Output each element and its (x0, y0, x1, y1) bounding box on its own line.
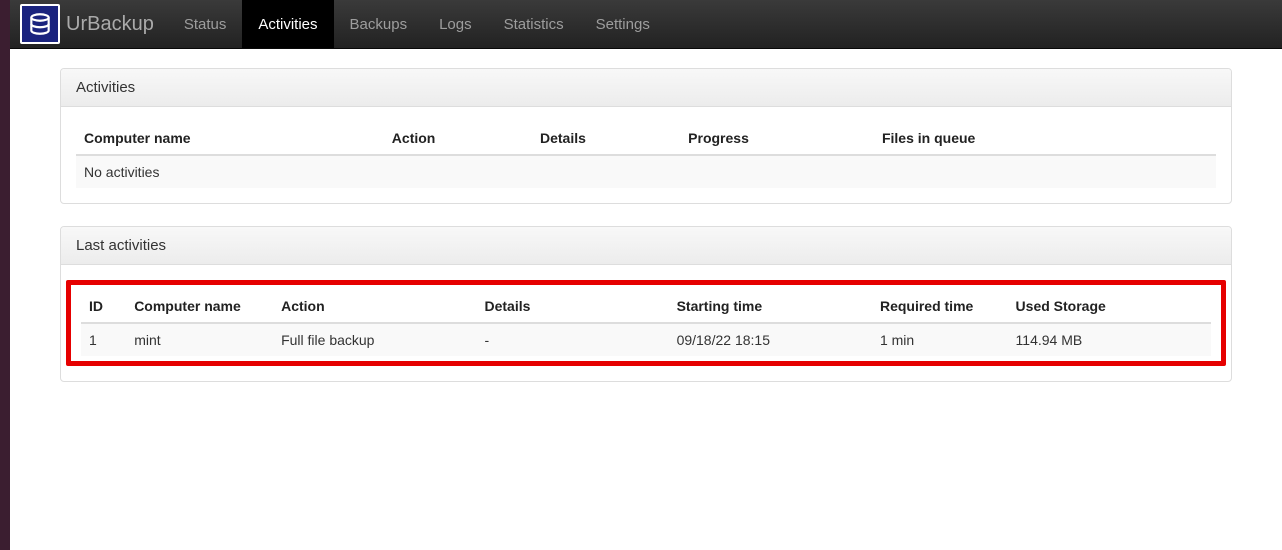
top-navbar: UrBackup Status Activities Backups Logs … (10, 0, 1282, 49)
cell-action: Full file backup (273, 323, 476, 356)
activities-panel-title: Activities (76, 79, 135, 96)
nav-item-backups[interactable]: Backups (334, 0, 424, 48)
nav-item-label: Activities (258, 16, 317, 33)
activities-empty-row: No activities (76, 155, 1216, 188)
col-computer-name: Computer name (76, 122, 384, 155)
col-details: Details (532, 122, 680, 155)
desktop-left-strip (0, 0, 10, 550)
nav-list: Status Activities Backups Logs Statistic… (168, 0, 666, 48)
col-computer-name: Computer name (126, 290, 273, 323)
cell-starting-time: 09/18/22 18:15 (669, 323, 872, 356)
cell-id: 1 (81, 323, 126, 356)
col-used-storage: Used Storage (1008, 290, 1211, 323)
highlight-box: ID Computer name Action Details Starting… (66, 280, 1226, 366)
col-starting-time: Starting time (669, 290, 872, 323)
cell-computer-name: mint (126, 323, 273, 356)
nav-item-logs[interactable]: Logs (423, 0, 488, 48)
activities-table: Computer name Action Details Progress Fi… (76, 122, 1216, 188)
brand-name: UrBackup (66, 13, 154, 36)
last-activities-panel-heading: Last activities (61, 227, 1231, 265)
brand-icon (20, 4, 60, 44)
nav-item-status[interactable]: Status (168, 0, 243, 48)
col-details: Details (476, 290, 668, 323)
col-required-time: Required time (872, 290, 1008, 323)
col-progress: Progress (680, 122, 874, 155)
last-activities-table: ID Computer name Action Details Starting… (81, 290, 1211, 356)
last-activities-panel-body: ID Computer name Action Details Starting… (61, 265, 1231, 381)
nav-item-statistics[interactable]: Statistics (488, 0, 580, 48)
cell-used-storage: 114.94 MB (1008, 323, 1211, 356)
col-action: Action (273, 290, 476, 323)
nav-item-activities[interactable]: Activities (242, 0, 333, 48)
cell-details: - (476, 323, 668, 356)
col-action: Action (384, 122, 532, 155)
cell-required-time: 1 min (872, 323, 1008, 356)
nav-item-label: Settings (596, 16, 650, 33)
content-area: Activities Computer name Action Details … (10, 48, 1282, 550)
activities-panel-heading: Activities (61, 69, 1231, 107)
nav-item-label: Backups (350, 16, 408, 33)
col-files-in-queue: Files in queue (874, 122, 1216, 155)
nav-item-label: Status (184, 16, 227, 33)
nav-item-label: Statistics (504, 16, 564, 33)
nav-item-settings[interactable]: Settings (580, 0, 666, 48)
table-row: 1 mint Full file backup - 09/18/22 18:15… (81, 323, 1211, 356)
activities-empty-message: No activities (76, 155, 1216, 188)
last-activities-panel-title: Last activities (76, 237, 166, 254)
activities-panel: Activities Computer name Action Details … (60, 68, 1232, 204)
col-id: ID (81, 290, 126, 323)
nav-item-label: Logs (439, 16, 472, 33)
activities-panel-body: Computer name Action Details Progress Fi… (61, 107, 1231, 203)
last-activities-panel: Last activities ID Computer name Action … (60, 226, 1232, 382)
brand[interactable]: UrBackup (10, 0, 168, 48)
